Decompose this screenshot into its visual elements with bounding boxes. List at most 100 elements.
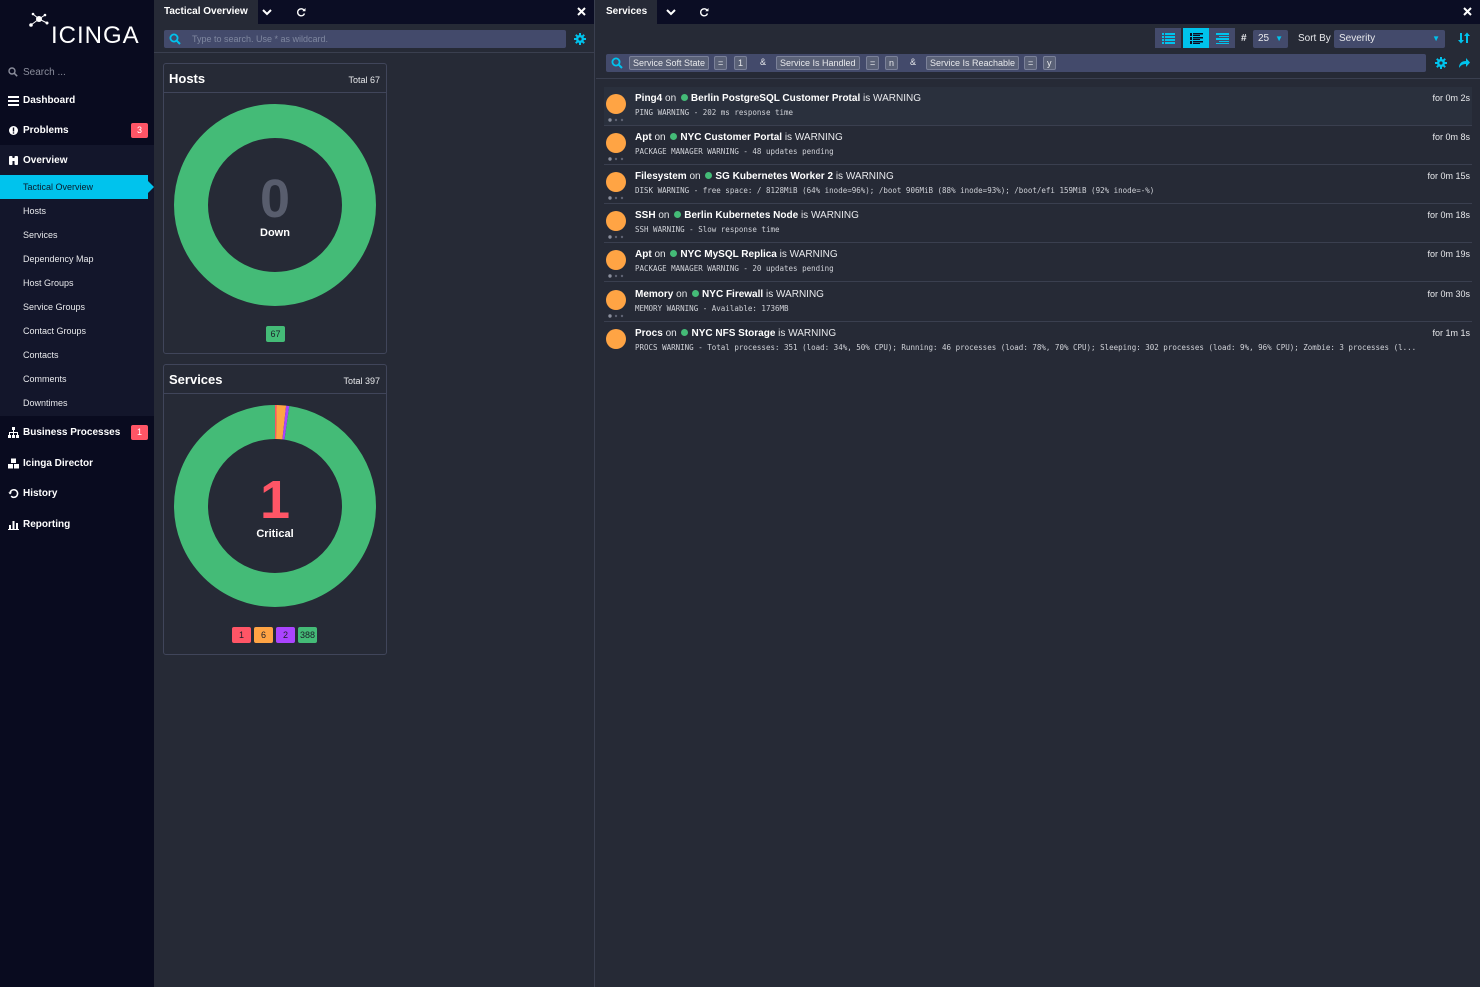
service-row[interactable]: SSH on Berlin Kubernetes Node is WARNING…	[604, 204, 1472, 243]
ellipsis-icon	[608, 235, 624, 239]
sidebar-item-service-groups[interactable]: Service Groups	[0, 295, 154, 319]
service-row[interactable]: Procs on NYC NFS Storage is WARNING PROC…	[604, 322, 1472, 361]
limit-select[interactable]: 25 ▼	[1253, 30, 1288, 48]
ellipsis-icon	[608, 196, 624, 200]
sidebar-item-icinga-director[interactable]: Icinga Director	[0, 449, 154, 477]
sidebar-item-overview[interactable]: Overview	[0, 146, 154, 174]
view-common-button[interactable]	[1183, 28, 1209, 48]
service-state: WARNING	[873, 93, 921, 104]
filter-value[interactable]: n	[885, 56, 899, 70]
service-name[interactable]: Filesystem	[635, 171, 687, 182]
service-row[interactable]: Apt on NYC Customer Portal is WARNING PA…	[604, 126, 1472, 165]
sidebar-item-reporting[interactable]: Reporting	[0, 510, 154, 538]
service-name[interactable]: SSH	[635, 210, 656, 221]
services-warning-badge[interactable]: 6	[254, 627, 273, 643]
close-column-button[interactable]	[1463, 4, 1472, 19]
service-name[interactable]: Memory	[635, 289, 673, 300]
filter-column-soft-state[interactable]: Service Soft State	[629, 56, 710, 70]
sidebar-item-dependency-map[interactable]: Dependency Map	[0, 247, 154, 271]
service-name[interactable]: Ping4	[635, 93, 662, 104]
gear-icon[interactable]	[1435, 57, 1447, 69]
service-state: WARNING	[789, 249, 838, 260]
sidebar-item-host-groups[interactable]: Host Groups	[0, 271, 154, 295]
binoculars-icon	[9, 155, 18, 165]
sidebar-item-problems[interactable]: Problems 3	[0, 116, 154, 144]
services-unknown-badge[interactable]: 2	[276, 627, 295, 643]
caret-down-icon: ▼	[1275, 34, 1283, 43]
refresh-icon	[700, 8, 709, 17]
tab-dropdown-button[interactable]	[660, 0, 682, 24]
sidebar-item-hosts[interactable]: Hosts	[0, 199, 154, 223]
host-up-indicator	[670, 250, 678, 257]
filter-and: &	[760, 57, 767, 67]
services-critical-badge[interactable]: 1	[232, 627, 251, 643]
hosts-donut[interactable]: 0 Down	[174, 104, 376, 306]
overview-group: Overview Tactical Overview Hosts Service…	[0, 145, 154, 416]
tab-services[interactable]: Services	[596, 0, 658, 24]
host-name[interactable]: Berlin Kubernetes Node	[684, 210, 798, 221]
hosts-total[interactable]: Total 67	[348, 75, 380, 85]
filter-value[interactable]: y	[1043, 56, 1056, 70]
refresh-button[interactable]	[290, 0, 312, 24]
service-row[interactable]: Ping4 on Berlin PostgreSQL Customer Prot…	[604, 87, 1472, 126]
service-row[interactable]: Apt on NYC MySQL Replica is WARNING PACK…	[604, 243, 1472, 282]
plugin-output: PACKAGE MANAGER WARNING - 48 updates pen…	[635, 147, 834, 156]
sidebar-item-label: Business Processes	[23, 426, 121, 438]
view-detailed-button[interactable]	[1209, 28, 1235, 48]
tab-dropdown-button[interactable]	[256, 0, 278, 24]
list-common-icon	[1189, 32, 1203, 44]
close-icon	[1463, 7, 1472, 16]
filter-column-is-reachable[interactable]: Service Is Reachable	[926, 56, 1020, 70]
sidebar: ICINGA Search ... Dashboard Problems 3 O…	[0, 0, 154, 987]
sidebar-item-dashboard[interactable]: Dashboard	[0, 86, 154, 114]
share-icon[interactable]	[1458, 57, 1470, 69]
view-minimal-button[interactable]	[1155, 28, 1181, 48]
filter-operator[interactable]: =	[1024, 56, 1038, 70]
sidebar-item-label: Reporting	[23, 518, 71, 530]
service-name[interactable]: Apt	[635, 132, 652, 143]
refresh-button[interactable]	[693, 0, 715, 24]
services-ok-badge[interactable]: 388	[298, 627, 318, 643]
close-column-button[interactable]	[577, 4, 586, 19]
service-name[interactable]: Apt	[635, 249, 652, 260]
services-total[interactable]: Total 397	[343, 376, 380, 386]
host-name[interactable]: NYC MySQL Replica	[680, 249, 777, 260]
service-row[interactable]: Filesystem on SG Kubernetes Worker 2 is …	[604, 165, 1472, 204]
host-name[interactable]: NYC Firewall	[702, 289, 763, 300]
hosts-up-count-badge[interactable]: 67	[266, 326, 285, 342]
filter-column-is-handled[interactable]: Service Is Handled	[776, 56, 860, 70]
sidebar-item-history[interactable]: History	[0, 479, 154, 507]
sidebar-item-business-processes[interactable]: Business Processes 1	[0, 418, 154, 446]
service-name[interactable]: Procs	[635, 328, 663, 339]
filter-operator[interactable]: =	[714, 56, 728, 70]
divider	[596, 78, 1480, 79]
gear-icon[interactable]	[574, 33, 586, 45]
host-name[interactable]: NYC NFS Storage	[691, 328, 775, 339]
problems-count-badge: 3	[131, 123, 148, 138]
problems-icon	[9, 125, 18, 135]
services-donut[interactable]: 1 Critical	[174, 405, 376, 607]
host-name[interactable]: NYC Customer Portal	[680, 132, 782, 143]
sort-select[interactable]: Severity ▼	[1334, 30, 1445, 48]
tactical-search-input[interactable]: Type to search. Use * as wildcard.	[164, 30, 566, 48]
host-name[interactable]: SG Kubernetes Worker 2	[715, 171, 833, 182]
tab-tactical-overview[interactable]: Tactical Overview	[154, 0, 258, 24]
sidebar-item-services[interactable]: Services	[0, 223, 154, 247]
host-up-indicator	[681, 329, 689, 336]
services-card-title[interactable]: Services	[169, 372, 223, 387]
icinga-logo[interactable]: ICINGA	[27, 12, 139, 52]
caret-down-icon: ▼	[1432, 34, 1440, 43]
sidebar-item-tactical-overview[interactable]: Tactical Overview	[0, 175, 154, 199]
filter-value[interactable]: 1	[734, 56, 748, 70]
sidebar-item-contact-groups[interactable]: Contact Groups	[0, 319, 154, 343]
service-row[interactable]: Memory on NYC Firewall is WARNING MEMORY…	[604, 283, 1472, 322]
filter-bar[interactable]: Service Soft State = 1 & Service Is Hand…	[606, 54, 1426, 72]
hosts-card-title[interactable]: Hosts	[169, 71, 205, 86]
sidebar-item-downtimes[interactable]: Downtimes	[0, 391, 154, 415]
sidebar-item-comments[interactable]: Comments	[0, 367, 154, 391]
sort-direction-icon[interactable]	[1458, 32, 1470, 44]
sidebar-search[interactable]: Search ...	[8, 64, 148, 80]
filter-operator[interactable]: =	[866, 56, 880, 70]
sidebar-item-contacts[interactable]: Contacts	[0, 343, 154, 367]
host-name[interactable]: Berlin PostgreSQL Customer Protal	[691, 93, 860, 104]
